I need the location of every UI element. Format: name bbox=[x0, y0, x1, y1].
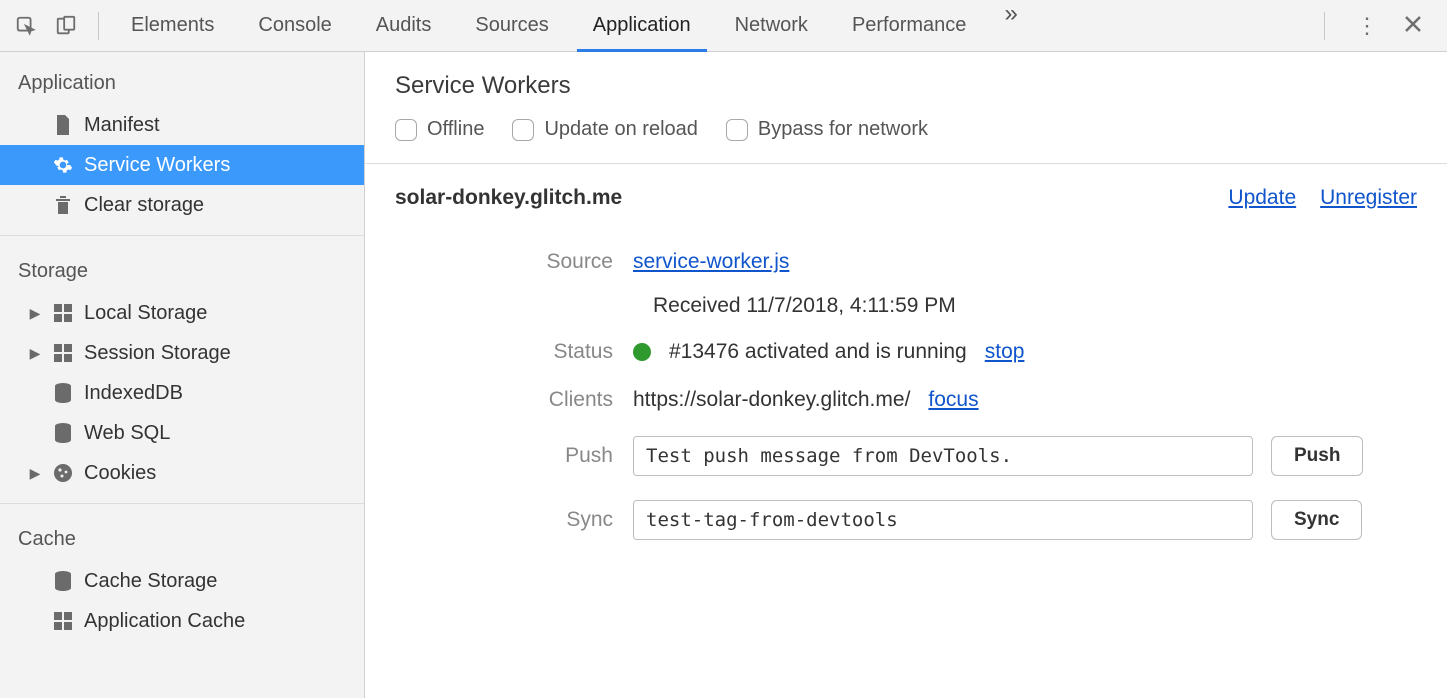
sync-button[interactable]: Sync bbox=[1271, 500, 1362, 540]
sidebar-item-indexeddb[interactable]: IndexedDB bbox=[0, 373, 364, 413]
checkbox-label: Update on reload bbox=[544, 118, 697, 141]
stop-link[interactable]: stop bbox=[985, 340, 1025, 364]
close-icon[interactable] bbox=[1399, 13, 1427, 39]
offline-checkbox[interactable]: Offline bbox=[395, 118, 484, 141]
source-label: Source bbox=[395, 250, 633, 274]
divider bbox=[98, 12, 99, 40]
push-input[interactable] bbox=[633, 436, 1253, 476]
unregister-link[interactable]: Unregister bbox=[1320, 186, 1417, 210]
sidebar-item-label: Local Storage bbox=[84, 302, 207, 325]
database-icon bbox=[52, 571, 74, 591]
status-dot-icon bbox=[633, 343, 651, 361]
sync-row: Sync Sync bbox=[395, 488, 1417, 552]
tabs: Elements Console Audits Sources Applicat… bbox=[109, 0, 1034, 51]
grid-icon bbox=[52, 304, 74, 322]
checkbox-icon bbox=[726, 119, 748, 141]
chevron-right-icon: ▶ bbox=[28, 345, 42, 362]
sidebar-item-session-storage[interactable]: ▶ Session Storage bbox=[0, 333, 364, 373]
sidebar-item-application-cache[interactable]: Application Cache bbox=[0, 601, 364, 641]
tab-application[interactable]: Application bbox=[571, 0, 713, 51]
tab-sources[interactable]: Sources bbox=[453, 0, 570, 51]
sw-options-row: Offline Update on reload Bypass for netw… bbox=[395, 118, 1417, 163]
main-panel: Service Workers Offline Update on reload… bbox=[365, 52, 1447, 698]
cookie-icon bbox=[52, 463, 74, 483]
trash-icon bbox=[52, 195, 74, 215]
status-text: #13476 activated and is running bbox=[669, 340, 967, 364]
tab-elements[interactable]: Elements bbox=[109, 0, 236, 51]
devtools-tabbar: Elements Console Audits Sources Applicat… bbox=[0, 0, 1447, 52]
status-row: Status #13476 activated and is running s… bbox=[395, 328, 1417, 376]
tab-console[interactable]: Console bbox=[236, 0, 353, 51]
sidebar-item-label: Service Workers bbox=[84, 154, 230, 177]
sidebar-item-label: Clear storage bbox=[84, 194, 204, 217]
tabs-overflow[interactable]: » bbox=[988, 0, 1033, 51]
gear-icon bbox=[52, 155, 74, 175]
tabbar-right: ⋮ bbox=[1314, 12, 1439, 40]
chevron-right-icon: ▶ bbox=[28, 465, 42, 482]
divider bbox=[365, 163, 1447, 164]
push-button[interactable]: Push bbox=[1271, 436, 1363, 476]
grid-icon bbox=[52, 612, 74, 630]
update-link[interactable]: Update bbox=[1228, 186, 1296, 210]
sidebar-item-clear-storage[interactable]: Clear storage bbox=[0, 185, 364, 225]
sync-label: Sync bbox=[395, 508, 633, 532]
client-url: https://solar-donkey.glitch.me/ bbox=[633, 388, 910, 412]
sidebar-item-label: Application Cache bbox=[84, 610, 245, 633]
sidebar-item-label: Session Storage bbox=[84, 342, 231, 365]
clients-label: Clients bbox=[395, 388, 633, 412]
focus-link[interactable]: focus bbox=[928, 388, 978, 412]
sidebar-item-label: Cache Storage bbox=[84, 570, 217, 593]
push-row: Push Push bbox=[395, 424, 1417, 488]
received-text: Received 11/7/2018, 4:11:59 PM bbox=[395, 286, 1417, 328]
tab-audits[interactable]: Audits bbox=[354, 0, 454, 51]
update-on-reload-checkbox[interactable]: Update on reload bbox=[512, 118, 697, 141]
sidebar-item-label: IndexedDB bbox=[84, 382, 183, 405]
sidebar-item-local-storage[interactable]: ▶ Local Storage bbox=[0, 293, 364, 333]
source-row: Source service-worker.js bbox=[395, 238, 1417, 286]
group-application: Application bbox=[0, 58, 364, 105]
checkbox-icon bbox=[395, 119, 417, 141]
origin-row: solar-donkey.glitch.me Update Unregister bbox=[395, 186, 1417, 210]
database-icon bbox=[52, 383, 74, 403]
device-toggle-icon[interactable] bbox=[48, 8, 84, 44]
checkbox-label: Bypass for network bbox=[758, 118, 928, 141]
checkbox-icon bbox=[512, 119, 534, 141]
sidebar-item-cache-storage[interactable]: Cache Storage bbox=[0, 561, 364, 601]
sidebar-item-label: Cookies bbox=[84, 462, 156, 485]
database-icon bbox=[52, 423, 74, 443]
tab-performance[interactable]: Performance bbox=[830, 0, 989, 51]
inspect-icon[interactable] bbox=[8, 8, 44, 44]
push-label: Push bbox=[395, 444, 633, 468]
group-cache: Cache bbox=[0, 514, 364, 561]
checkbox-label: Offline bbox=[427, 118, 484, 141]
sync-input[interactable] bbox=[633, 500, 1253, 540]
source-link[interactable]: service-worker.js bbox=[633, 250, 789, 274]
document-icon bbox=[52, 115, 74, 135]
sidebar-item-service-workers[interactable]: Service Workers bbox=[0, 145, 364, 185]
sidebar-item-cookies[interactable]: ▶ Cookies bbox=[0, 453, 364, 493]
status-label: Status bbox=[395, 340, 633, 364]
origin-label: solar-donkey.glitch.me bbox=[395, 186, 622, 210]
grid-icon bbox=[52, 344, 74, 362]
sidebar-item-label: Manifest bbox=[84, 114, 160, 137]
group-storage: Storage bbox=[0, 246, 364, 293]
sidebar-item-websql[interactable]: Web SQL bbox=[0, 413, 364, 453]
chevron-right-icon: ▶ bbox=[28, 305, 42, 322]
kebab-menu-icon[interactable]: ⋮ bbox=[1353, 13, 1381, 39]
sidebar: Application Manifest Service Workers Cle… bbox=[0, 52, 365, 698]
sidebar-item-manifest[interactable]: Manifest bbox=[0, 105, 364, 145]
clients-row: Clients https://solar-donkey.glitch.me/ … bbox=[395, 376, 1417, 424]
bypass-network-checkbox[interactable]: Bypass for network bbox=[726, 118, 928, 141]
panel-title: Service Workers bbox=[395, 72, 1417, 100]
tab-network[interactable]: Network bbox=[713, 0, 830, 51]
divider bbox=[1324, 12, 1325, 40]
sidebar-item-label: Web SQL bbox=[84, 422, 170, 445]
